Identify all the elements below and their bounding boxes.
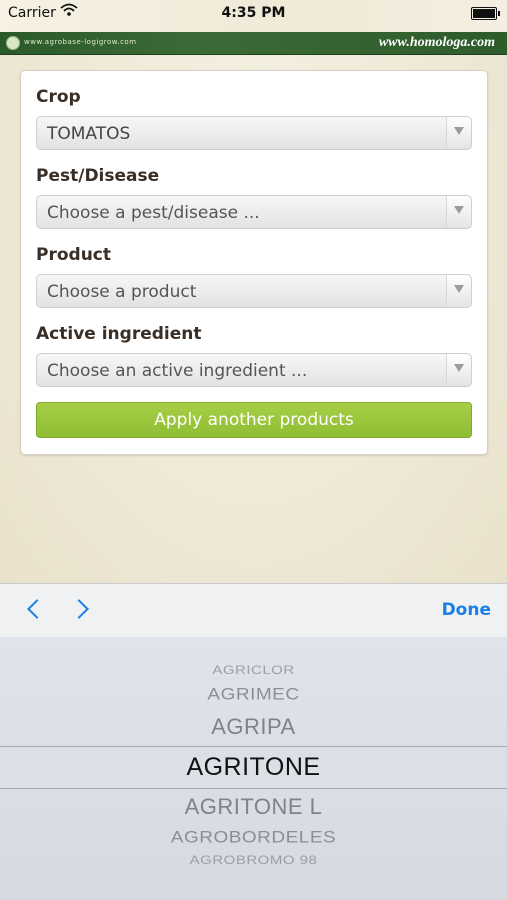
picker-item[interactable]: AGROBORDELES (0, 828, 507, 847)
chevron-down-icon (454, 127, 464, 135)
picker-item-selected[interactable]: AGRITONE (0, 753, 507, 782)
product-picker-wheel[interactable]: AGRICLOR AGRIMEC AGRIPA AGRITONE AGRITON… (0, 637, 507, 900)
ingredient-select[interactable]: Choose an active ingredient ... (36, 353, 472, 387)
pest-label: Pest/Disease (36, 166, 160, 186)
pest-dropdown-arrow (446, 196, 471, 228)
crop-dropdown-arrow (446, 117, 471, 149)
pest-select-placeholder: Choose a pest/disease ... (47, 203, 260, 223)
crop-select-value: TOMATOS (47, 124, 131, 144)
brand-header: www.agrobase-logigrow.com www.homologa.c… (0, 32, 507, 55)
brand-url[interactable]: www.homologa.com (379, 35, 495, 51)
crop-label: Crop (36, 87, 81, 107)
chevron-right-icon[interactable] (69, 599, 89, 619)
product-label: Product (36, 245, 111, 265)
chevron-down-icon (454, 206, 464, 214)
chevron-down-icon (454, 364, 464, 372)
crop-select[interactable]: TOMATOS (36, 116, 472, 150)
ingredient-label: Active ingredient (36, 324, 202, 344)
pest-select[interactable]: Choose a pest/disease ... (36, 195, 472, 229)
product-select[interactable]: Choose a product (36, 274, 472, 308)
picker-toolbar: Done (0, 583, 507, 638)
picker-item[interactable]: AGRITONE L (0, 794, 507, 820)
ingredient-dropdown-arrow (446, 354, 471, 386)
ingredient-select-placeholder: Choose an active ingredient ... (47, 361, 308, 381)
picker-item[interactable]: AGROBROMO 98 (0, 854, 507, 867)
picker-item[interactable]: AGRIMEC (0, 685, 507, 704)
picker-selection-line-bottom (0, 788, 507, 789)
picker-item[interactable]: AGRIPA (0, 714, 507, 740)
search-form-card: Crop TOMATOS Pest/Disease Choose a pest/… (20, 70, 488, 455)
chevron-down-icon (454, 285, 464, 293)
leaf-logo-icon (6, 36, 20, 50)
chevron-left-icon[interactable] (27, 599, 47, 619)
picker-item[interactable]: AGRICLOR (0, 664, 507, 678)
small-url-text: www.agrobase-logigrow.com (24, 38, 137, 46)
status-bar: Carrier 4:35 PM (0, 0, 507, 32)
product-select-placeholder: Choose a product (47, 282, 197, 302)
picker-selection-line-top (0, 746, 507, 747)
done-button[interactable]: Done (442, 600, 491, 620)
status-time: 4:35 PM (221, 5, 286, 21)
apply-another-products-button[interactable]: Apply another products (36, 402, 472, 438)
product-dropdown-arrow (446, 275, 471, 307)
battery-icon (471, 7, 500, 20)
